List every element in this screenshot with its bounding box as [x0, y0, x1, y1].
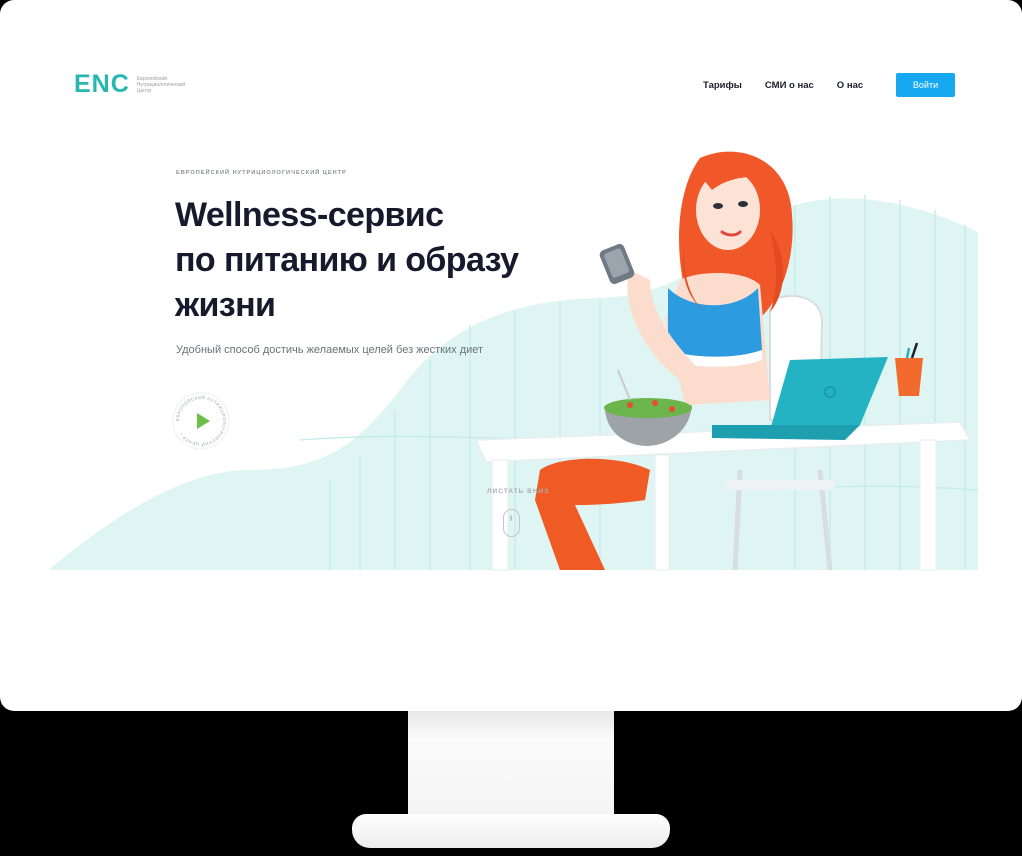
hero-illustration [474, 151, 972, 571]
monitor-stand-base [352, 814, 670, 848]
monitor-stand [408, 711, 614, 821]
scroll-hint: Листать вниз [487, 488, 550, 495]
legs [535, 458, 650, 570]
monitor-screen: ENC Европейский Нутрициологический Центр… [0, 0, 1022, 711]
face [696, 170, 760, 250]
mouse-icon[interactable] [503, 509, 520, 537]
pen-cup-illustration [895, 342, 923, 396]
